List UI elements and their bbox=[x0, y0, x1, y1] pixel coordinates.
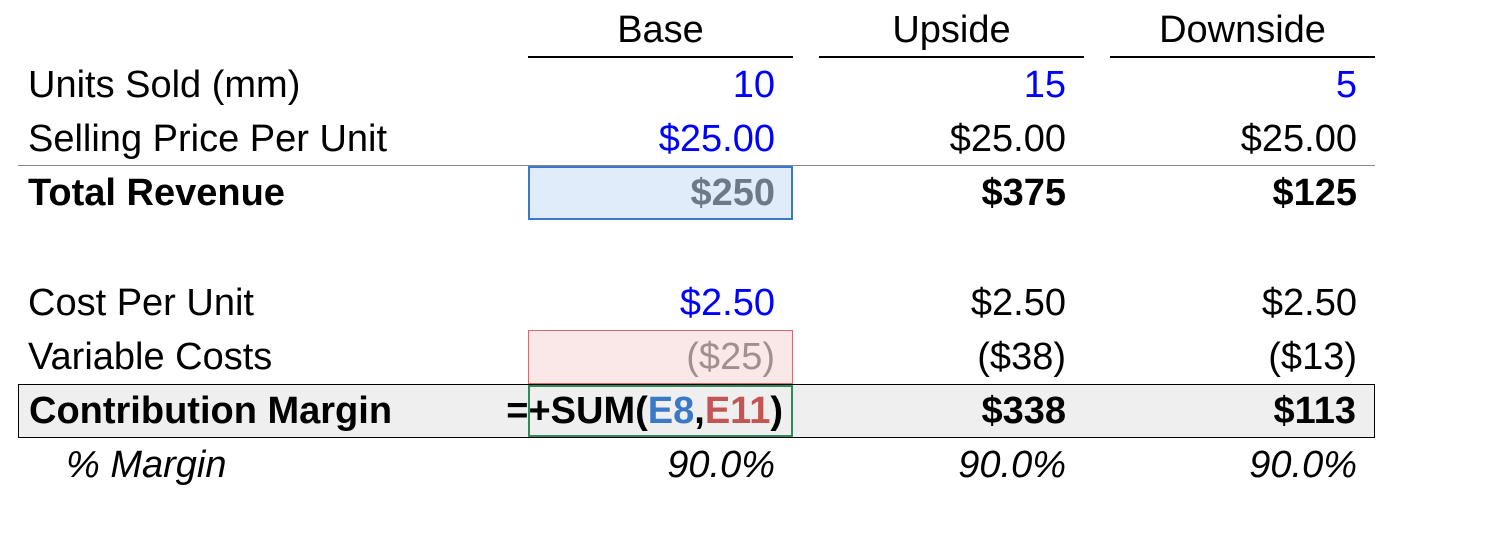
cell-pct-margin-upside[interactable]: 90.0% bbox=[819, 438, 1084, 492]
cell-selling-price-upside[interactable]: $25.00 bbox=[819, 112, 1084, 166]
cell-variable-costs-upside[interactable]: ($38) bbox=[819, 330, 1084, 384]
cell-selling-price-downside[interactable]: $25.00 bbox=[1110, 112, 1375, 166]
cell-contribution-margin-upside[interactable]: $338 bbox=[819, 384, 1084, 438]
cell-contribution-margin-base-formula[interactable]: =+SUM(E8,E11) bbox=[528, 384, 793, 438]
formula-suffix: ) bbox=[770, 390, 783, 432]
formula-text: =+SUM(E8,E11) bbox=[506, 392, 783, 430]
spacer bbox=[793, 384, 819, 438]
label-units-sold: Units Sold (mm) bbox=[18, 58, 528, 112]
cell-pct-margin-base[interactable]: 90.0% bbox=[528, 438, 793, 492]
spacer bbox=[18, 220, 528, 276]
spreadsheet-region[interactable]: Base Upside Downside Units Sold (mm) 10 … bbox=[0, 0, 1486, 502]
cell-units-sold-base[interactable]: 10 bbox=[528, 58, 793, 112]
spacer bbox=[793, 112, 819, 166]
cell-variable-costs-downside[interactable]: ($13) bbox=[1110, 330, 1375, 384]
cell-total-revenue-downside[interactable]: $125 bbox=[1110, 166, 1375, 220]
spacer bbox=[819, 220, 1084, 276]
spacer bbox=[1110, 220, 1375, 276]
formula-ref2: E11 bbox=[705, 390, 771, 432]
spacer bbox=[1084, 384, 1110, 438]
row-total-revenue: Total Revenue $250 $375 $125 bbox=[18, 166, 1468, 220]
header-base[interactable]: Base bbox=[528, 4, 793, 58]
cell-cost-per-unit-upside[interactable]: $2.50 bbox=[819, 276, 1084, 330]
row-pct-margin: % Margin 90.0% 90.0% 90.0% bbox=[18, 438, 1468, 492]
label-selling-price: Selling Price Per Unit bbox=[18, 112, 528, 166]
spacer bbox=[793, 58, 819, 112]
spacer bbox=[793, 438, 819, 492]
formula-sep: , bbox=[694, 390, 705, 432]
spacer bbox=[528, 220, 793, 276]
cell-cost-per-unit-base[interactable]: $2.50 bbox=[528, 276, 793, 330]
label-variable-costs: Variable Costs bbox=[18, 330, 528, 384]
cell-total-revenue-upside[interactable]: $375 bbox=[819, 166, 1084, 220]
spacer bbox=[1084, 166, 1110, 220]
label-total-revenue: Total Revenue bbox=[18, 166, 528, 220]
spacer bbox=[793, 276, 819, 330]
spacer bbox=[793, 330, 819, 384]
header-blank bbox=[18, 4, 528, 58]
row-units-sold: Units Sold (mm) 10 15 5 bbox=[18, 58, 1468, 112]
formula-prefix: =+SUM( bbox=[506, 390, 647, 432]
spacer bbox=[793, 166, 819, 220]
cell-cost-per-unit-downside[interactable]: $2.50 bbox=[1110, 276, 1375, 330]
cell-contribution-margin-downside[interactable]: $113 bbox=[1110, 384, 1375, 438]
cell-variable-costs-base[interactable]: ($25) bbox=[528, 330, 793, 384]
header-row: Base Upside Downside bbox=[18, 4, 1468, 58]
spacer bbox=[1084, 438, 1110, 492]
spacer bbox=[1084, 330, 1110, 384]
row-contribution-margin: Contribution Margin =+SUM(E8,E11) $338 $… bbox=[18, 384, 1468, 438]
row-cost-per-unit: Cost Per Unit $2.50 $2.50 $2.50 bbox=[18, 276, 1468, 330]
label-pct-margin: % Margin bbox=[18, 438, 528, 492]
blank-row bbox=[18, 220, 1468, 276]
spacer bbox=[1084, 112, 1110, 166]
spacer bbox=[1084, 276, 1110, 330]
cell-units-sold-upside[interactable]: 15 bbox=[819, 58, 1084, 112]
spacer bbox=[1084, 58, 1110, 112]
cell-total-revenue-base[interactable]: $250 bbox=[528, 166, 793, 220]
spacer bbox=[793, 4, 819, 58]
label-cost-per-unit: Cost Per Unit bbox=[18, 276, 528, 330]
row-variable-costs: Variable Costs ($25) ($38) ($13) bbox=[18, 330, 1468, 384]
header-upside[interactable]: Upside bbox=[819, 4, 1084, 58]
spacer bbox=[793, 220, 819, 276]
spacer bbox=[1084, 220, 1110, 276]
cell-pct-margin-downside[interactable]: 90.0% bbox=[1110, 438, 1375, 492]
header-downside[interactable]: Downside bbox=[1110, 4, 1375, 58]
spacer bbox=[1084, 4, 1110, 58]
row-selling-price: Selling Price Per Unit $25.00 $25.00 $25… bbox=[18, 112, 1468, 166]
label-contribution-margin: Contribution Margin bbox=[18, 384, 528, 438]
formula-ref1: E8 bbox=[648, 390, 694, 432]
cell-units-sold-downside[interactable]: 5 bbox=[1110, 58, 1375, 112]
cell-selling-price-base[interactable]: $25.00 bbox=[528, 112, 793, 166]
